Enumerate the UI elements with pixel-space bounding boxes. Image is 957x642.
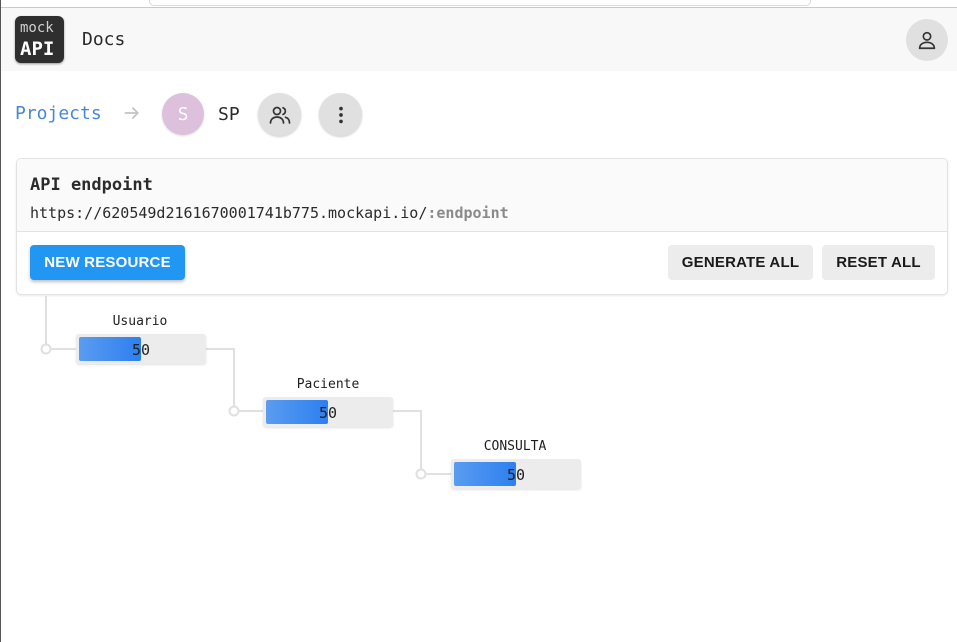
resource-count: 50 (131, 341, 151, 359)
resource-bar[interactable]: 50 (451, 459, 581, 489)
resource-count: 50 (506, 466, 526, 484)
resource-bar[interactable]: 50 (263, 397, 393, 427)
tree-node-paciente (228, 405, 240, 417)
resource-label[interactable]: Paciente (263, 377, 393, 392)
tree-connector-paciente (206, 348, 264, 412)
tree-node-consulta (415, 468, 427, 480)
tree-connector-usuario (45, 296, 76, 350)
tree-node-usuario (40, 343, 52, 355)
resource-label[interactable]: CONSULTA (450, 439, 580, 454)
resource-bar[interactable]: 50 (76, 334, 206, 364)
tree-connector-consulta (393, 410, 451, 475)
resource-label[interactable]: Usuario (75, 314, 205, 329)
resource-count: 50 (318, 404, 338, 422)
